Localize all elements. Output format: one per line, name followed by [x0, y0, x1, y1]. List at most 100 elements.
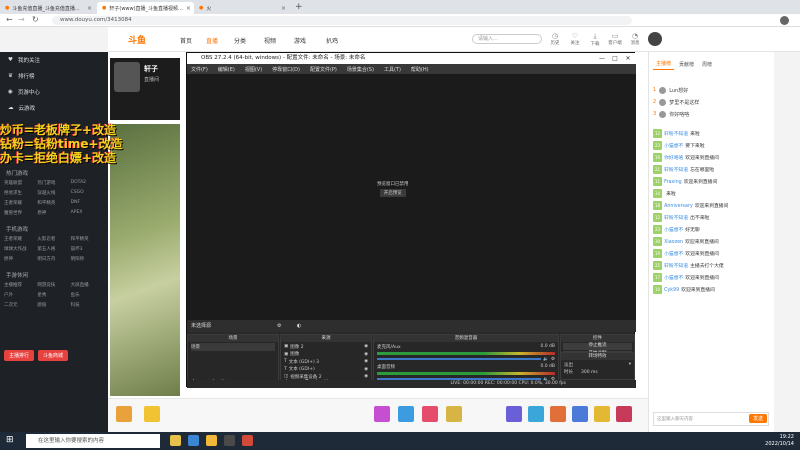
game-link[interactable]: 鱼乐 [71, 292, 104, 298]
gift-icon[interactable] [572, 406, 588, 422]
sidebar-item-cloudgame[interactable]: ☁ 云游戏 [0, 100, 108, 116]
filter-icon[interactable]: ◐ [297, 320, 301, 332]
gift-icon[interactable] [528, 406, 544, 422]
game-link[interactable]: 火影忍者 [37, 236, 70, 242]
game-link[interactable]: 大屏直播 [71, 282, 104, 288]
eye-icon[interactable]: ◉ [364, 374, 368, 379]
new-tab-icon[interactable]: + [295, 2, 303, 12]
game-link[interactable]: 原神 [37, 210, 70, 216]
game-link[interactable]: 颜值 [37, 302, 70, 308]
close-icon[interactable]: ✕ [622, 53, 634, 64]
close-icon[interactable]: × [186, 5, 191, 12]
game-link[interactable]: 崩坏3 [71, 246, 104, 252]
profile-avatar[interactable] [780, 16, 789, 25]
nav-category[interactable]: 分类 [234, 36, 246, 45]
game-link[interactable]: 原神 [4, 256, 37, 262]
game-link[interactable]: 穿越火线 [37, 190, 70, 196]
game-link[interactable]: 绝地求生 [4, 190, 37, 196]
stop-streaming-button[interactable]: 停止推流 [563, 343, 632, 350]
game-link[interactable]: DOTA2 [71, 180, 104, 186]
game-link[interactable]: APEX [71, 210, 104, 216]
source-item[interactable]: T 文本 (GDI+) ◉ [284, 366, 368, 374]
download-button[interactable]: ⤓ 下载 [588, 32, 602, 47]
send-button[interactable]: 发送 [749, 414, 768, 423]
duration-field[interactable]: 时长 300 ms [564, 369, 631, 377]
game-link[interactable]: 明日方舟 [37, 256, 70, 262]
anchor-rank-button[interactable]: 主播排行 [4, 350, 35, 361]
folder-icon[interactable] [206, 435, 217, 446]
close-icon[interactable]: × [281, 5, 286, 12]
rank-row[interactable]: 1 Lun想好 [649, 84, 774, 96]
browser-tab[interactable]: ● 斗鱼充值直播_斗鱼充值直播... × [0, 2, 97, 14]
eye-icon[interactable]: ◉ [364, 367, 368, 372]
gift-icon[interactable] [506, 406, 522, 422]
gift-icon[interactable] [398, 406, 414, 422]
chrome-icon[interactable] [170, 435, 181, 446]
game-link[interactable]: 二次元 [4, 302, 37, 308]
menu-tools[interactable]: 工具(T) [384, 66, 401, 73]
tab-contribution-rank[interactable]: 贡献榜 [676, 59, 697, 70]
history-button[interactable]: ◷ 历史 [548, 32, 562, 46]
sidebar-item-rank[interactable]: ♛ 排行榜 [0, 68, 108, 84]
message-button[interactable]: ◔ 消息 [628, 32, 642, 46]
menu-file[interactable]: 文件(F) [191, 66, 208, 73]
game-link[interactable]: 热门游戏 [37, 180, 70, 186]
client-button[interactable]: ▭ 客户端 [608, 32, 622, 46]
forward-icon[interactable]: → [18, 15, 25, 24]
shop-button[interactable]: 斗鱼商城 [38, 350, 69, 361]
game-link[interactable]: 阴阳师 [71, 256, 104, 262]
tab-anchor-rank[interactable]: 主播榜 [653, 58, 675, 70]
back-icon[interactable]: ← [6, 15, 13, 24]
nav-other[interactable]: 扒鸡 [326, 36, 338, 45]
close-icon[interactable]: × [87, 5, 92, 12]
game-link[interactable]: 王者荣耀 [4, 236, 37, 242]
game-link[interactable]: 主播推荐 [4, 282, 37, 288]
game-link[interactable]: CSGO [71, 190, 104, 196]
eye-icon[interactable]: ◉ [364, 344, 368, 349]
sidebar-item-follow[interactable]: ♥ 我的关注 [0, 52, 108, 68]
rank-row[interactable]: 3 你好咯咯 [649, 108, 774, 120]
game-link[interactable]: 王者荣耀 [4, 200, 37, 206]
app-icon[interactable] [242, 435, 253, 446]
properties-gear-icon[interactable]: ⚙ [277, 320, 281, 332]
windows-start-icon[interactable]: ⊞ [6, 436, 14, 445]
source-item[interactable]: T 文本 (GDI+) 3 ◉ [284, 358, 368, 366]
tab-week-rank[interactable]: 周榜 [699, 59, 715, 70]
source-item[interactable]: ▣ 图像 2 ◉ [284, 343, 368, 351]
gift-icon[interactable] [144, 406, 160, 422]
nav-live[interactable]: 直播 [206, 36, 218, 45]
speaker-icon[interactable]: 🔈 [543, 357, 549, 362]
obs-app-icon[interactable] [224, 435, 235, 446]
taskbar-search-input[interactable]: 在这里输入你要搜索的内容 [26, 434, 160, 448]
anchor-avatar[interactable] [114, 62, 140, 92]
enable-preview-button[interactable]: 开启预览 [379, 189, 406, 197]
menu-edit[interactable]: 编辑(E) [218, 66, 235, 73]
nav-video[interactable]: 视频 [264, 36, 276, 45]
obs-preview[interactable]: 预览窗口已禁用 开启预览 [187, 74, 636, 320]
site-search-input[interactable]: 请输入... [472, 34, 542, 44]
gear-icon[interactable]: ⚙ [551, 357, 555, 362]
menu-profile[interactable]: 配置文件(P) [310, 66, 337, 73]
game-link[interactable]: 魔兽世界 [4, 210, 37, 216]
gift-icon[interactable] [446, 406, 462, 422]
gift-icon[interactable] [616, 406, 632, 422]
follow-button[interactable]: ♡ 关注 [568, 32, 582, 46]
menu-docks[interactable]: 停靠窗口(D) [272, 66, 300, 73]
game-link[interactable]: 球球大作战 [4, 246, 37, 252]
edge-icon[interactable] [188, 435, 199, 446]
eye-icon[interactable]: ◉ [364, 352, 368, 357]
gift-icon[interactable] [422, 406, 438, 422]
source-item[interactable]: ▣ 图像 ◉ [284, 351, 368, 359]
menu-help[interactable]: 帮助(H) [411, 66, 429, 73]
scene-item[interactable]: 场景 [191, 343, 275, 351]
nav-home[interactable]: 首页 [180, 36, 192, 45]
gift-icon[interactable] [550, 406, 566, 422]
game-link[interactable]: 和平精英 [71, 236, 104, 242]
eye-icon[interactable]: ◉ [364, 359, 368, 364]
douyu-logo[interactable]: 斗鱼 [128, 33, 146, 46]
gift-icon[interactable] [374, 406, 390, 422]
game-link[interactable]: 第五人格 [37, 246, 70, 252]
maximize-icon[interactable]: □ [609, 53, 621, 64]
minimize-icon[interactable]: — [596, 53, 608, 64]
reload-icon[interactable]: ↻ [32, 15, 39, 24]
